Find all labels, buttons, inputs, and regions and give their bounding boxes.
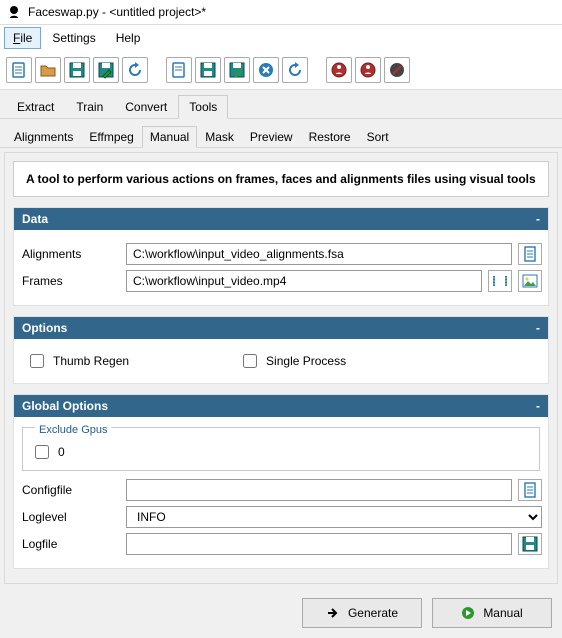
gpu0-checkbox[interactable]: 0	[31, 442, 531, 462]
content-pane: A tool to perform various actions on fra…	[4, 152, 558, 584]
section-global: Global Options - Exclude Gpus 0 Configfi…	[13, 394, 549, 569]
section-options-title: Options	[22, 321, 67, 335]
thumb-regen-checkbox[interactable]: Thumb Regen	[26, 351, 129, 371]
frames-label: Frames	[20, 274, 120, 288]
menu-file[interactable]: File	[4, 27, 41, 49]
generate-button[interactable]: Generate	[302, 598, 422, 628]
configfile-input[interactable]	[126, 479, 512, 501]
tab-train[interactable]: Train	[65, 95, 114, 119]
logfile-save-button[interactable]	[518, 533, 542, 555]
tab-tools[interactable]: Tools	[178, 95, 228, 119]
tool-saveas2[interactable]	[224, 57, 250, 83]
section-data: Data - Alignments Frames	[13, 207, 549, 306]
menu-settings[interactable]: Settings	[43, 27, 104, 49]
logfile-label: Logfile	[20, 537, 120, 551]
save-icon	[522, 536, 538, 552]
frames-input[interactable]	[126, 270, 482, 292]
file-icon	[522, 482, 538, 498]
app-icon	[6, 4, 22, 20]
alignments-label: Alignments	[20, 247, 120, 261]
footer-actions: Generate Manual	[0, 588, 562, 638]
tool-description: A tool to perform various actions on fra…	[13, 161, 549, 197]
tab-convert[interactable]: Convert	[114, 95, 178, 119]
section-options-header[interactable]: Options -	[14, 317, 548, 339]
configfile-label: Configfile	[20, 483, 120, 497]
section-options: Options - Thumb Regen Single Process	[13, 316, 549, 384]
section-global-title: Global Options	[22, 399, 108, 413]
subtab-sort[interactable]: Sort	[359, 126, 397, 148]
thumb-regen-label: Thumb Regen	[53, 354, 129, 368]
manual-button[interactable]: Manual	[432, 598, 552, 628]
configfile-browse-button[interactable]	[518, 479, 542, 501]
tool-reload[interactable]	[122, 57, 148, 83]
tool-status-disabled[interactable]	[384, 57, 410, 83]
tool-saveas[interactable]	[93, 57, 119, 83]
tool-status-red[interactable]	[326, 57, 352, 83]
arrow-right-icon	[326, 606, 340, 620]
alignments-browse-button[interactable]	[518, 243, 542, 265]
tool-new[interactable]	[6, 57, 32, 83]
play-icon	[461, 606, 475, 620]
exclude-gpus-legend: Exclude Gpus	[35, 424, 111, 436]
subtab-mask[interactable]: Mask	[197, 126, 242, 148]
tool-open[interactable]	[35, 57, 61, 83]
generate-label: Generate	[348, 606, 398, 620]
loglevel-select[interactable]: INFO	[126, 506, 542, 528]
tool-status-red2[interactable]	[355, 57, 381, 83]
tool-save2[interactable]	[195, 57, 221, 83]
tool-new2[interactable]	[166, 57, 192, 83]
single-process-label: Single Process	[266, 354, 346, 368]
subtab-alignments[interactable]: Alignments	[6, 126, 81, 148]
collapse-icon: -	[536, 212, 540, 226]
section-global-header[interactable]: Global Options -	[14, 395, 548, 417]
gpu0-label: 0	[58, 445, 65, 459]
titlebar: Faceswap.py - <untitled project>*	[0, 0, 562, 25]
thumb-regen-input[interactable]	[30, 354, 44, 368]
frames-video-button[interactable]	[488, 270, 512, 292]
section-data-title: Data	[22, 212, 48, 226]
logfile-input[interactable]	[126, 533, 512, 555]
video-icon	[492, 273, 508, 289]
single-process-input[interactable]	[243, 354, 257, 368]
subtab-manual[interactable]: Manual	[142, 126, 197, 148]
subtab-restore[interactable]: Restore	[301, 126, 359, 148]
loglevel-label: Loglevel	[20, 510, 120, 524]
exclude-gpus-fieldset: Exclude Gpus 0	[22, 427, 540, 471]
manual-label: Manual	[483, 606, 522, 620]
collapse-icon: -	[536, 399, 540, 413]
single-process-checkbox[interactable]: Single Process	[239, 351, 346, 371]
toolbar	[0, 51, 562, 90]
image-icon	[522, 273, 538, 289]
gpu0-input[interactable]	[35, 445, 49, 459]
subtab-effmpeg[interactable]: Effmpeg	[81, 126, 141, 148]
collapse-icon: -	[536, 321, 540, 335]
tool-clear[interactable]	[253, 57, 279, 83]
frames-image-button[interactable]	[518, 270, 542, 292]
window-title: Faceswap.py - <untitled project>*	[28, 5, 206, 19]
tool-reload2[interactable]	[282, 57, 308, 83]
alignments-input[interactable]	[126, 243, 512, 265]
file-icon	[522, 246, 538, 262]
menubar: File Settings Help	[0, 25, 562, 51]
menu-help[interactable]: Help	[107, 27, 150, 49]
section-data-header[interactable]: Data -	[14, 208, 548, 230]
main-tabbar: Extract Train Convert Tools	[0, 90, 562, 119]
subtab-preview[interactable]: Preview	[242, 126, 301, 148]
tab-extract[interactable]: Extract	[6, 95, 65, 119]
sub-tabbar: Alignments Effmpeg Manual Mask Preview R…	[0, 119, 562, 148]
tool-save[interactable]	[64, 57, 90, 83]
